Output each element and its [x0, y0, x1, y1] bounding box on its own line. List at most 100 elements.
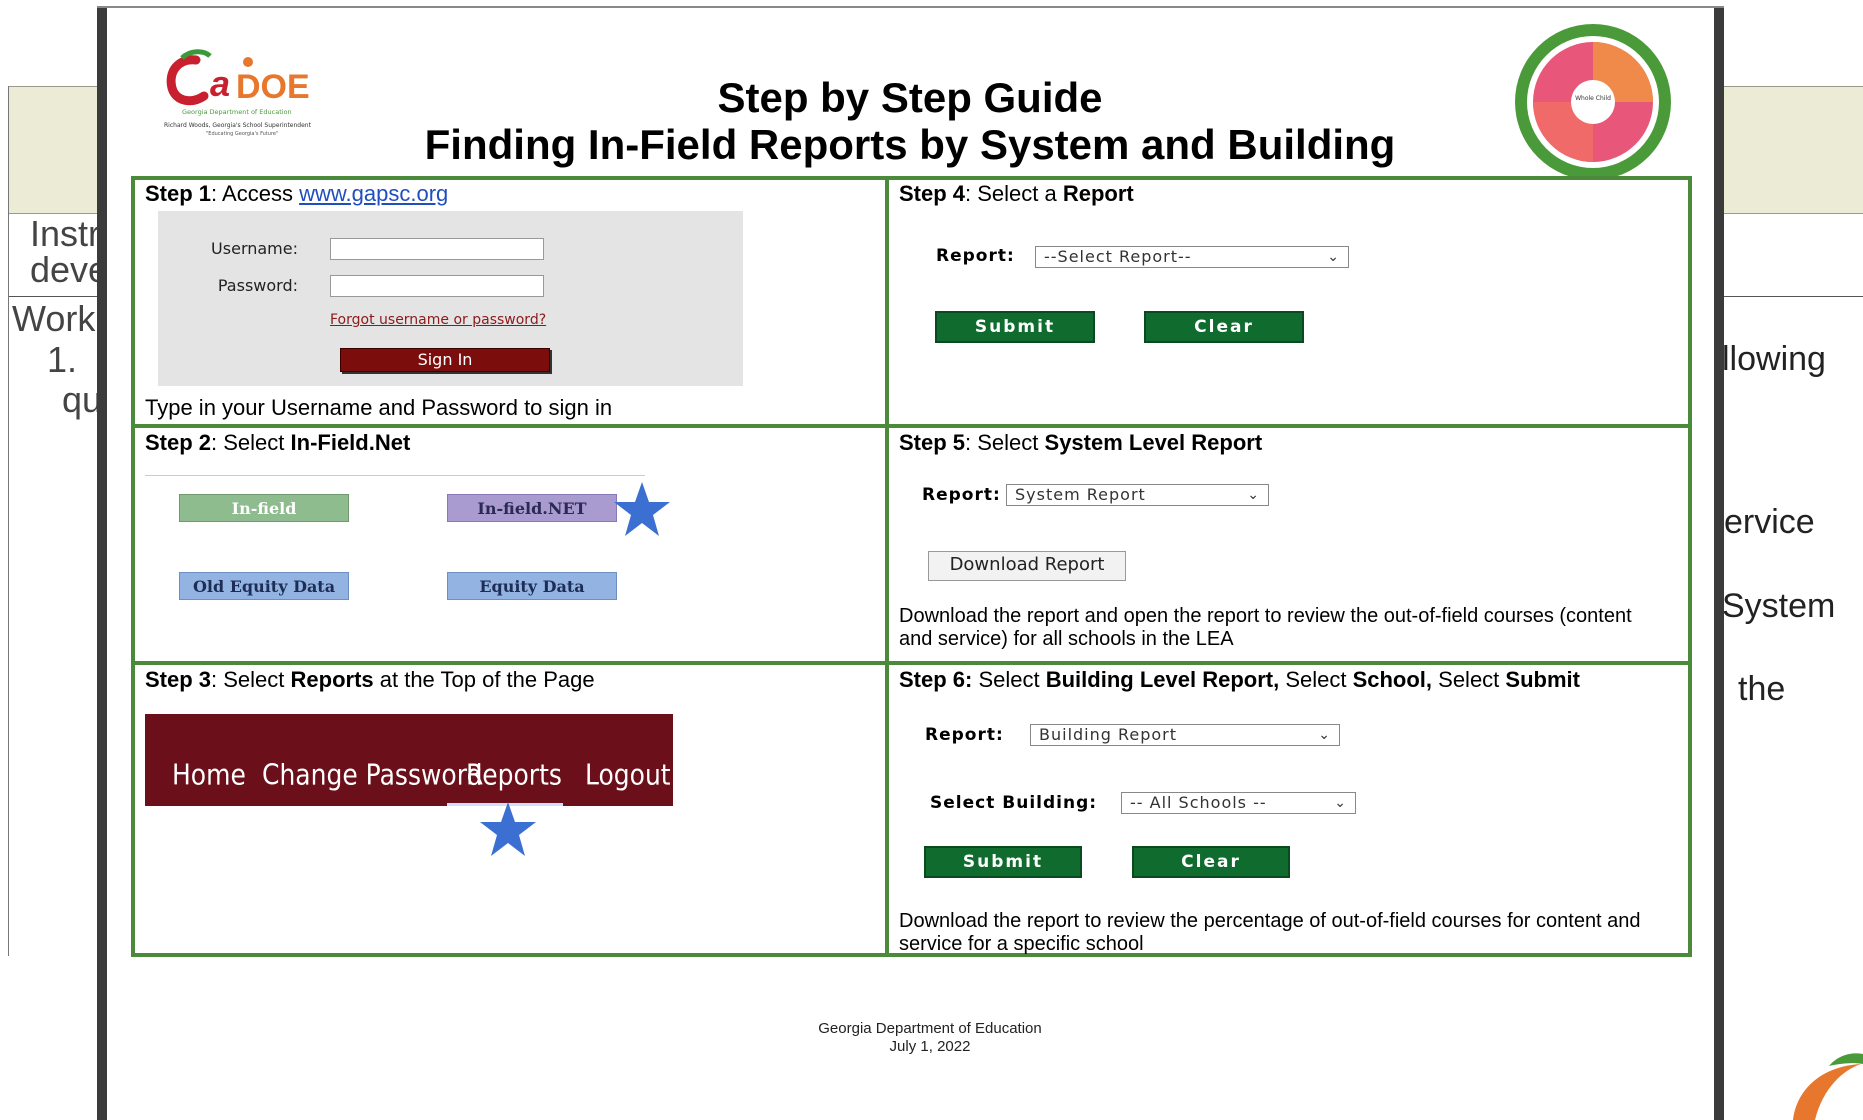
- step6-bold: Building Level Report,: [1045, 667, 1280, 692]
- login-panel: Username: Password: Forgot username or p…: [158, 211, 743, 386]
- star-icon: [480, 802, 536, 856]
- step6-text: Select: [1279, 667, 1353, 692]
- password-label: Password:: [217, 276, 298, 295]
- step4-clear-button[interactable]: Clear: [1144, 311, 1304, 343]
- footer-org: Georgia Department of Education: [818, 1020, 1042, 1037]
- step3-text2: at the Top of the Page: [373, 667, 595, 692]
- chevron-down-icon: ⌄: [1334, 795, 1347, 811]
- step4-label: Step 4: [899, 181, 966, 206]
- step3-label: Step 3: [145, 667, 212, 692]
- step1-label: Step 1: [145, 181, 212, 206]
- wheel-center-label: Whole Child: [1575, 95, 1611, 102]
- step2-title: Step 2: Select In-Field.Net: [145, 430, 410, 456]
- step4-report-value: --Select Report--: [1044, 247, 1192, 266]
- step6-report-label: Report:: [925, 725, 1004, 745]
- step4-title: Step 4: Select a Report: [899, 181, 1134, 207]
- grid-horizontal-divider-2: [131, 661, 1692, 665]
- background-text: Work: [12, 298, 96, 339]
- leaf-logo-icon: [1793, 1053, 1863, 1120]
- svg-text:DOE: DOE: [236, 68, 310, 106]
- step2-rule: [145, 475, 645, 476]
- gapsc-link[interactable]: www.gapsc.org: [299, 181, 448, 206]
- step5-title: Step 5: Select System Level Report: [899, 430, 1262, 456]
- page-subtitle: Finding In-Field Reports by System and B…: [424, 121, 1396, 168]
- step2-bold: In-Field.Net: [290, 430, 411, 455]
- nav-home[interactable]: Home: [172, 758, 246, 791]
- background-text: System: [1722, 587, 1836, 625]
- nav-reports[interactable]: Reports: [466, 758, 562, 791]
- step5-report-value: System Report: [1015, 485, 1146, 504]
- step2-text: : Select: [211, 430, 291, 455]
- step1-caption: Type in your Username and Password to si…: [145, 395, 613, 420]
- step3-title: Step 3: Select Reports at the Top of the…: [145, 667, 595, 693]
- step5-report-label: Report:: [922, 485, 1001, 505]
- background-text: Instr: [30, 213, 101, 254]
- step4-text: : Select a: [965, 181, 1063, 206]
- star-icon: [614, 482, 670, 536]
- logo-line1: Georgia Department of Education: [182, 108, 292, 116]
- step6-submit-button[interactable]: Submit: [924, 846, 1082, 878]
- username-field[interactable]: [330, 238, 544, 260]
- step6-clear-button[interactable]: Clear: [1132, 846, 1290, 878]
- footer-date: July 1, 2022: [889, 1038, 971, 1055]
- username-label: Username:: [211, 239, 298, 258]
- grid-horizontal-divider-1: [131, 424, 1692, 428]
- background-divider-right: [1720, 296, 1863, 297]
- nav-logout[interactable]: Logout: [585, 758, 671, 791]
- step6-text: Select: [1432, 667, 1506, 692]
- grid-vertical-divider: [885, 176, 889, 957]
- select-building-label: Select Building:: [930, 793, 1098, 813]
- step1-title: Step 1: Access www.gapsc.org: [145, 181, 448, 207]
- sign-in-button[interactable]: Sign In: [340, 348, 550, 372]
- step6-text: Select: [972, 667, 1046, 692]
- equity-data-tile[interactable]: Equity Data: [447, 572, 617, 600]
- step1-text: : Access: [211, 181, 300, 206]
- step6-description: Download the report to review the percen…: [899, 910, 1641, 955]
- chevron-down-icon: ⌄: [1327, 249, 1340, 265]
- background-text: 1.: [47, 339, 78, 380]
- background-text: the: [1738, 670, 1786, 708]
- password-field[interactable]: [330, 275, 544, 297]
- background-text: ervice: [1724, 503, 1815, 541]
- step4-report-select[interactable]: --Select Report-- ⌄: [1035, 246, 1349, 268]
- chevron-down-icon: ⌄: [1247, 487, 1260, 503]
- whole-child-wheel-icon: Whole Child: [1515, 24, 1671, 180]
- background-slide-band-right: [1720, 86, 1863, 214]
- step6-report-value: Building Report: [1039, 725, 1178, 744]
- background-text: llowing: [1722, 340, 1826, 378]
- step4-submit-button[interactable]: Submit: [935, 311, 1095, 343]
- in-field-tile[interactable]: In-field: [179, 494, 349, 522]
- chevron-down-icon: ⌄: [1318, 727, 1331, 743]
- step5-description: Download the report and open the report …: [899, 605, 1632, 650]
- download-report-button[interactable]: Download Report: [928, 551, 1126, 581]
- old-equity-data-tile[interactable]: Old Equity Data: [179, 572, 349, 600]
- site-nav-bar: Home Change Password Reports Logout: [145, 714, 673, 806]
- logo-line3: "Educating Georgia's Future": [206, 131, 278, 137]
- step3-bold: Reports: [290, 667, 374, 692]
- nav-change-password[interactable]: Change Password: [262, 758, 482, 791]
- background-slide-band-left: [8, 86, 110, 214]
- select-building-dropdown[interactable]: -- All Schools -- ⌄: [1121, 792, 1356, 814]
- background-divider-left: [8, 296, 108, 297]
- forgot-password-link[interactable]: Forgot username or password?: [330, 312, 546, 328]
- step6-report-select[interactable]: Building Report ⌄: [1030, 724, 1340, 746]
- step3-text: : Select: [211, 667, 291, 692]
- step6-label: Step 6:: [899, 667, 973, 692]
- step6-title: Step 6: Select Building Level Report, Se…: [899, 667, 1580, 693]
- step4-report-label: Report:: [936, 246, 1015, 266]
- step5-label: Step 5: [899, 430, 966, 455]
- gadoe-logo: a DOE Georgia Department of Education Ri…: [164, 49, 312, 137]
- step5-bold: System Level Report: [1044, 430, 1263, 455]
- page-title: Step by Step Guide: [717, 74, 1103, 121]
- in-field-net-tile[interactable]: In-field.NET: [447, 494, 617, 522]
- background-left-border: [8, 86, 9, 956]
- svg-text:a: a: [210, 63, 230, 104]
- select-building-value: -- All Schools --: [1130, 793, 1267, 812]
- step4-bold: Report: [1062, 181, 1134, 206]
- step6-bold: Submit: [1505, 667, 1580, 692]
- logo-line2: Richard Woods, Georgia's School Superint…: [164, 122, 312, 129]
- step6-bold: School,: [1352, 667, 1433, 692]
- step2-label: Step 2: [145, 430, 212, 455]
- step5-report-select[interactable]: System Report ⌄: [1006, 484, 1269, 506]
- step5-text: : Select: [965, 430, 1045, 455]
